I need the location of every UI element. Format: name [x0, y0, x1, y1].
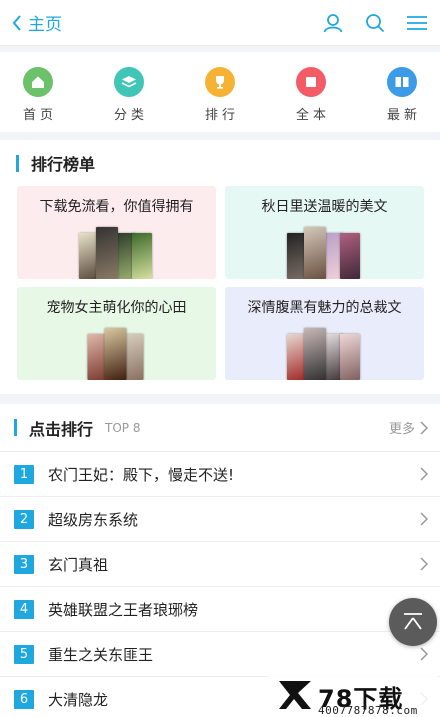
nav-item-home[interactable]: 首页 [8, 52, 68, 132]
nav-item-complete[interactable]: 全本 [281, 52, 341, 132]
card-title: 秋日里送温暖的美文 [261, 199, 388, 215]
rank-number: 6 [14, 689, 34, 709]
book-covers [87, 328, 143, 380]
list-item[interactable]: 2 超级房东系统 [0, 497, 440, 542]
section-accent-bar [14, 419, 17, 436]
home-icon [23, 67, 53, 97]
card-title: 宠物女主萌化你的心田 [46, 300, 187, 316]
nav-label: 排行 [204, 108, 239, 123]
book-cover [339, 233, 360, 279]
chevron-right-icon [420, 512, 428, 526]
rank-number: 1 [14, 464, 34, 484]
book-cover [131, 233, 152, 279]
back-label: 主页 [28, 15, 62, 35]
more-label: 更多 [388, 422, 415, 437]
book-cover [339, 334, 360, 380]
book-cover [104, 328, 126, 380]
card-title: 深情腹黑有魅力的总裁文 [247, 300, 402, 316]
page: 主页 首页 分类 排行 全本 最新 排行榜单 下载免流看，你值得拥有 秋日里送温… [0, 0, 440, 717]
search-icon[interactable] [364, 12, 386, 34]
ranking-card[interactable]: 秋日里送温暖的美文 [225, 186, 424, 279]
book-cover [303, 328, 326, 380]
watermark-url: 4007787878.com [318, 704, 418, 717]
nav-label: 首页 [22, 108, 57, 123]
more-link[interactable]: 更多 [389, 418, 428, 437]
ranking-card[interactable]: 下载免流看，你值得拥有 [17, 186, 216, 279]
book-icon [296, 67, 326, 97]
ranking-section: 排行榜单 下载免流看，你值得拥有 秋日里送温暖的美文 宠物女主萌化你的心田 深情… [0, 140, 440, 394]
section-title: 排行榜单 [31, 155, 96, 174]
nav-label: 最新 [386, 108, 421, 123]
category-nav: 首页 分类 排行 全本 最新 [0, 52, 440, 132]
brand-logo-icon [279, 681, 311, 709]
watermark: 78下载 4007787878.com [268, 675, 438, 717]
ranking-card[interactable]: 深情腹黑有魅力的总裁文 [225, 287, 424, 380]
list-item[interactable]: 3 玄门真祖 [0, 542, 440, 587]
rank-number: 2 [14, 509, 34, 529]
book-covers [286, 227, 360, 279]
book-covers [286, 328, 360, 380]
card-title: 下载免流看，你值得拥有 [39, 199, 194, 215]
chevron-right-icon [420, 647, 428, 661]
book-title: 农门王妃：殿下，慢走不送! [48, 465, 235, 484]
book-cover [123, 334, 143, 380]
trophy-icon [205, 67, 235, 97]
nav-item-latest[interactable]: 最新 [372, 52, 432, 132]
list-item[interactable]: 4 英雄联盟之王者琅琊榜 [0, 587, 440, 632]
layers-icon [114, 67, 144, 97]
chevron-right-icon [420, 420, 428, 435]
user-icon[interactable] [322, 12, 344, 34]
rank-number: 4 [14, 599, 34, 619]
book-covers [78, 227, 152, 279]
ranking-card[interactable]: 宠物女主萌化你的心田 [17, 287, 216, 380]
open-book-icon [387, 67, 417, 97]
nav-label: 分类 [113, 108, 148, 123]
book-title: 超级房东系统 [48, 510, 139, 529]
book-title: 英雄联盟之王者琅琊榜 [48, 600, 199, 619]
nav-item-category[interactable]: 分类 [99, 52, 159, 132]
nav-item-ranking[interactable]: 排行 [190, 52, 250, 132]
list-item[interactable]: 5 重生之关东匪王 [0, 632, 440, 677]
back-to-top-button[interactable] [389, 598, 437, 646]
section-title: 点击排行 [29, 419, 94, 439]
chevron-left-icon [12, 14, 21, 31]
book-cover [303, 227, 326, 279]
click-ranking-section: 点击排行 TOP 8 更多 1 农门王妃：殿下，慢走不送! 2 超级房东系统 3… [0, 404, 440, 717]
rank-number: 5 [14, 644, 34, 664]
chevron-right-icon [420, 557, 428, 571]
arrow-up-icon [404, 613, 422, 630]
chevron-right-icon [420, 467, 428, 481]
book-title: 重生之关东匪王 [48, 645, 154, 664]
rank-number: 3 [14, 554, 34, 574]
book-cover [95, 227, 118, 279]
book-title: 大清隐龙 [48, 690, 109, 709]
section-accent-bar [16, 154, 19, 172]
back-button[interactable]: 主页 [12, 10, 62, 35]
list-item[interactable]: 1 农门王妃：殿下，慢走不送! [0, 452, 440, 497]
top-tag: TOP 8 [105, 420, 141, 435]
book-title: 玄门真祖 [48, 555, 109, 574]
top-bar: 主页 [0, 0, 440, 46]
nav-label: 全本 [295, 108, 330, 123]
menu-icon[interactable] [406, 12, 428, 34]
